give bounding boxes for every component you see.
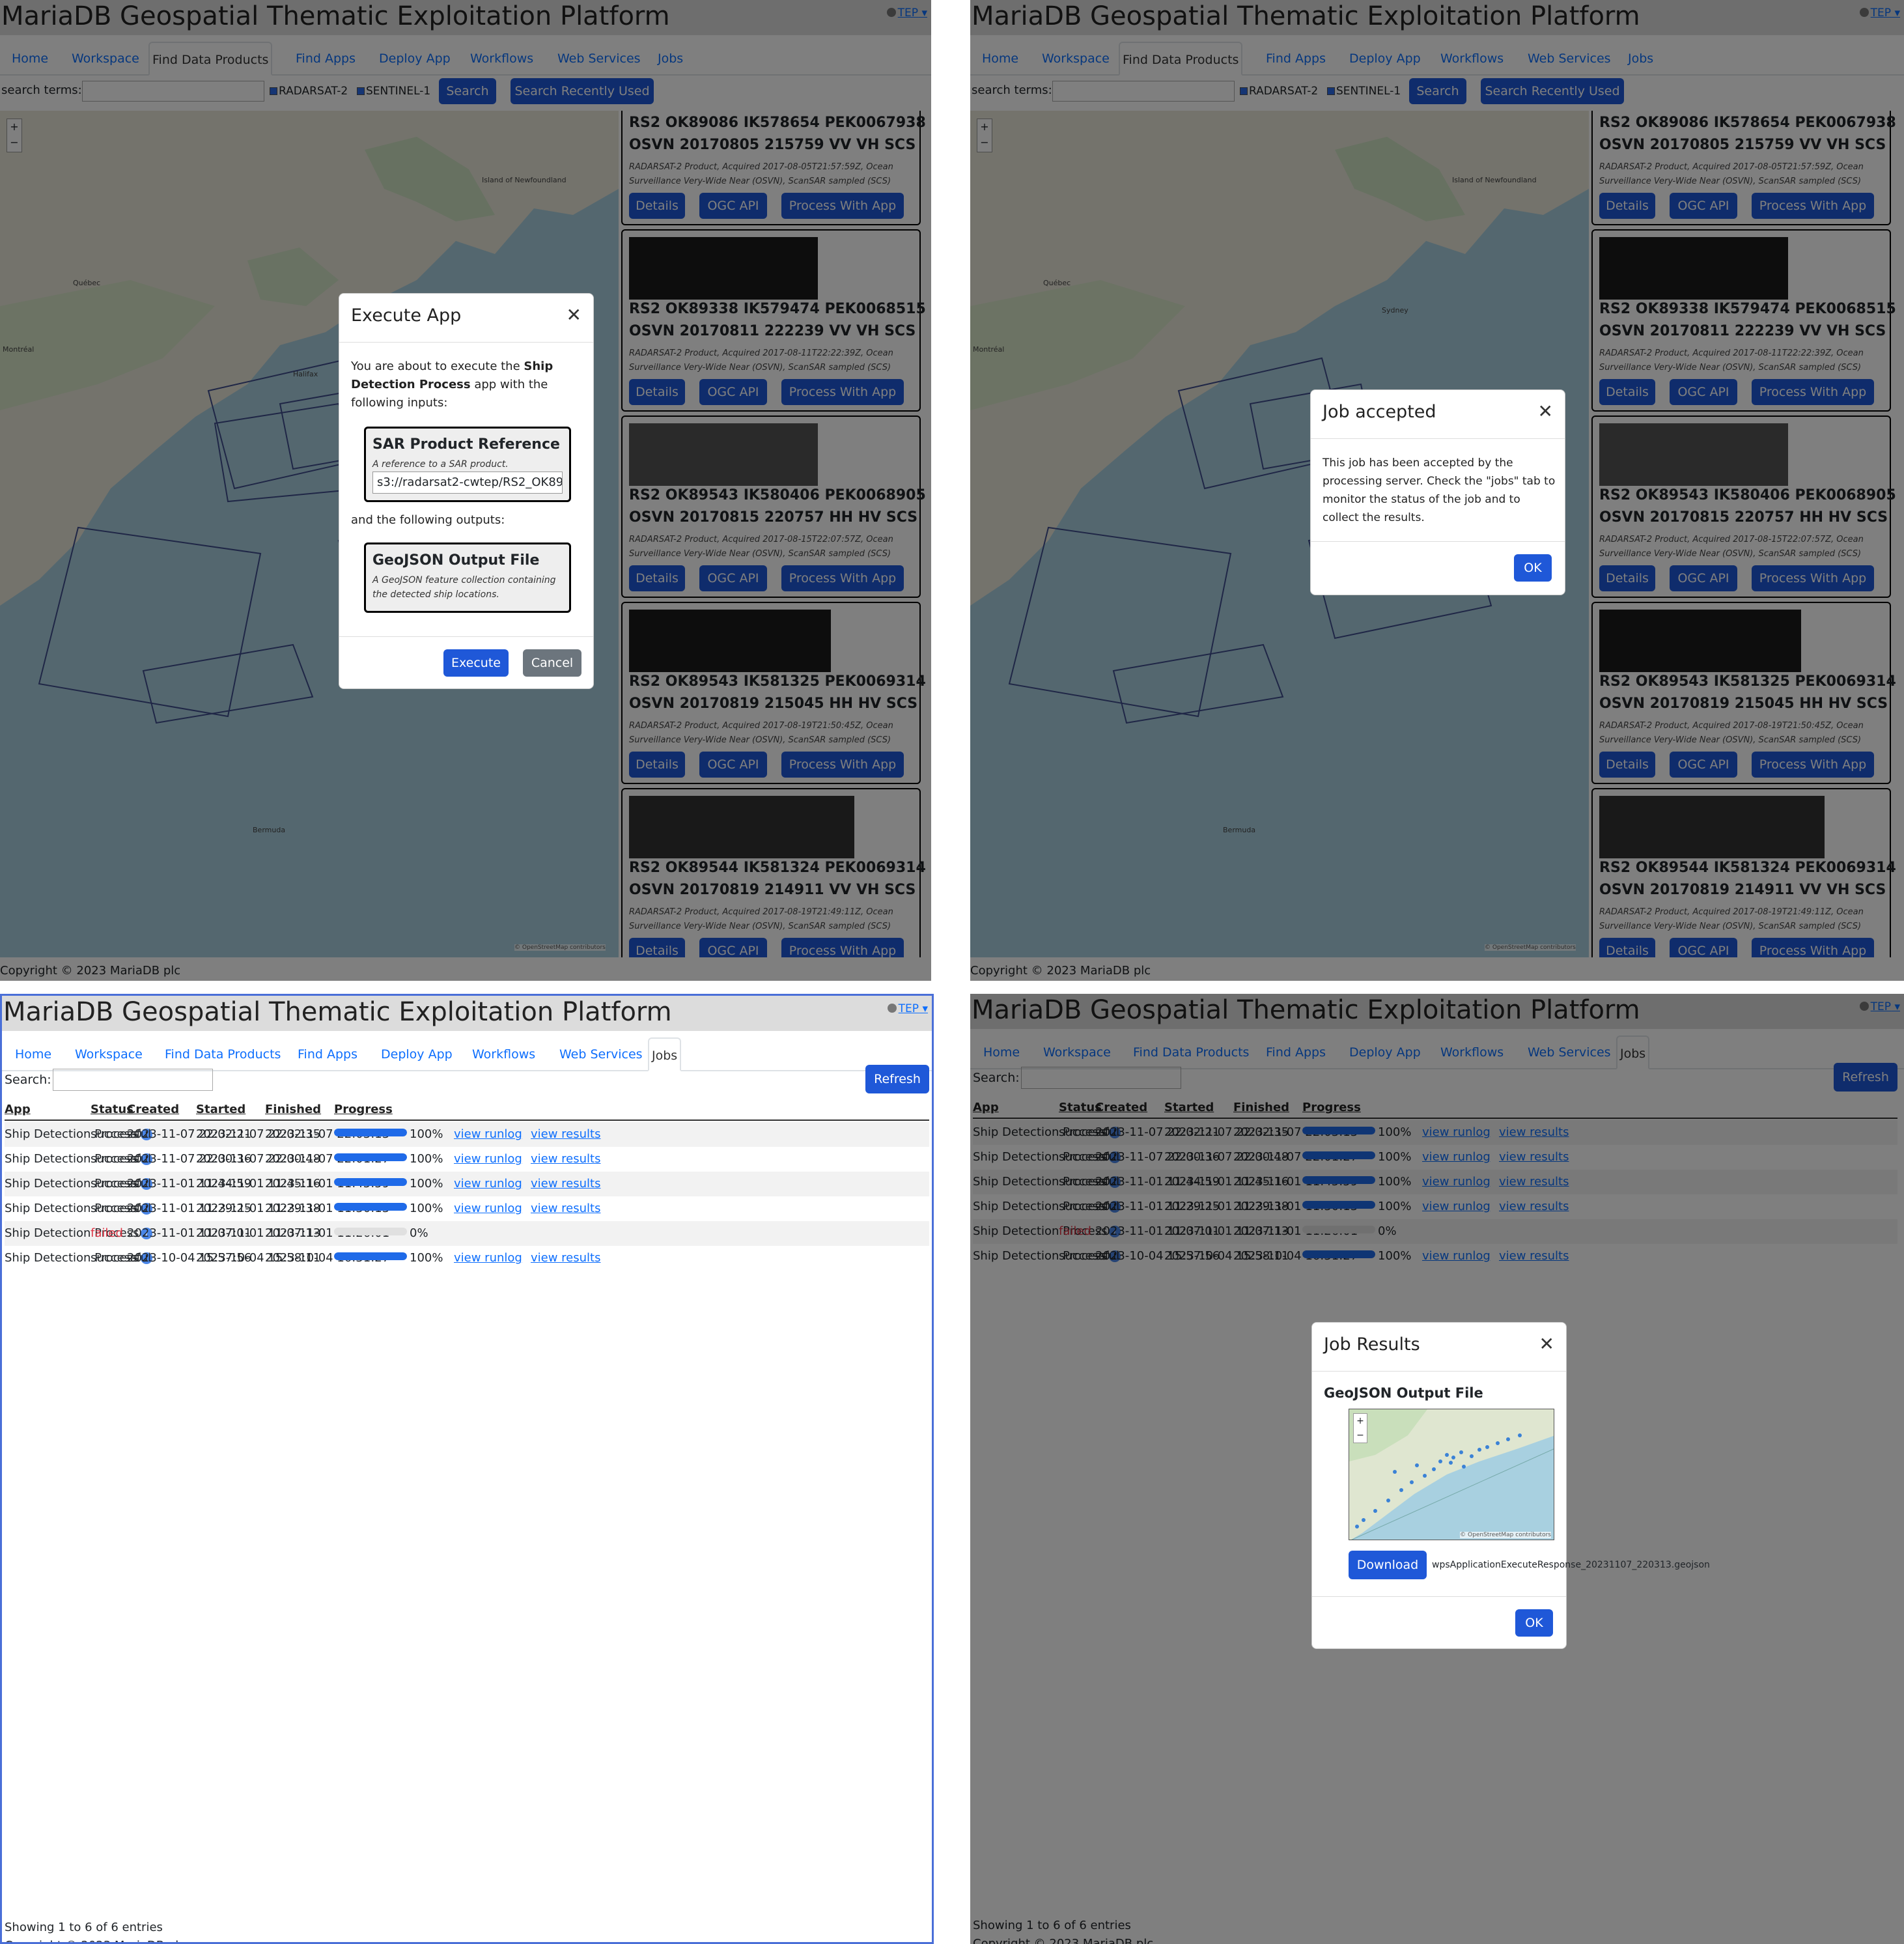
user-menu-label: TEP xyxy=(898,1002,919,1015)
tab-jobs[interactable]: Jobs xyxy=(648,1037,682,1071)
cancel-button[interactable]: Cancel xyxy=(523,649,581,677)
main-nav: Home Workspace Find Data Products Find A… xyxy=(2,1037,932,1071)
app-header: MariaDB Geospatial Thematic Exploitation… xyxy=(2,996,932,1031)
panel-jobs: MariaDB Geospatial Thematic Exploitation… xyxy=(0,994,934,1944)
execute-app-modal: Execute App ✕ You are about to execute t… xyxy=(339,293,594,689)
output-description: A GeoJSON feature collection containing … xyxy=(372,575,556,600)
ok-button[interactable]: OK xyxy=(1514,554,1552,582)
column-header-created[interactable]: Created xyxy=(127,1103,179,1116)
tab-workspace[interactable]: Workspace xyxy=(72,1037,145,1071)
jobs-search-input[interactable] xyxy=(53,1069,213,1091)
job-accepted-message: This job has been accepted by the proces… xyxy=(1323,457,1556,524)
cell-progress-text: 100% xyxy=(410,1127,443,1141)
refresh-button[interactable]: Refresh xyxy=(865,1065,929,1093)
table-row: Ship Detection Processifailed2023-11-01 … xyxy=(5,1221,929,1246)
view-results-link[interactable]: view results xyxy=(531,1202,600,1215)
view-results-link[interactable]: view results xyxy=(531,1127,600,1141)
view-results-link[interactable]: view results xyxy=(531,1251,600,1265)
tab-find-apps[interactable]: Find Apps xyxy=(295,1037,360,1071)
close-icon[interactable]: ✕ xyxy=(1539,1333,1554,1355)
table-row: Ship Detection Processisuccessful2023-11… xyxy=(5,1196,929,1221)
table-row: Ship Detection Processisuccessful2023-11… xyxy=(5,1147,929,1172)
app-title: MariaDB Geospatial Thematic Exploitation… xyxy=(3,997,672,1027)
progress-bar xyxy=(334,1129,407,1136)
panel-job-results: MariaDB Geospatial Thematic Exploitation… xyxy=(970,994,1904,1944)
panel-job-accepted: Island of Newfoundland Québec Montréal S… xyxy=(970,0,1904,981)
output-title: GeoJSON Output File xyxy=(372,552,540,569)
user-icon xyxy=(887,1004,897,1013)
result-map-attribution: © OpenStreetMap contributors xyxy=(1460,1532,1551,1538)
close-icon[interactable]: ✕ xyxy=(1538,401,1553,422)
input-description: A reference to a SAR product. xyxy=(372,459,509,470)
result-map[interactable]: + − © OpenStreetMap contributors xyxy=(1349,1409,1554,1540)
cell-status: failed xyxy=(91,1226,123,1240)
view-runlog-link[interactable]: view runlog xyxy=(454,1152,522,1166)
result-map-canvas xyxy=(1349,1409,1554,1540)
modal-title: Execute App xyxy=(351,305,462,326)
result-filename: wpsApplicationExecuteResponse_20231107_2… xyxy=(1432,1560,1710,1570)
cell-progress-text: 100% xyxy=(410,1251,443,1265)
view-results-link[interactable]: view results xyxy=(531,1152,600,1166)
view-runlog-link[interactable]: view runlog xyxy=(454,1202,522,1215)
tab-find-data-products[interactable]: Find Data Products xyxy=(162,1037,283,1071)
progress-bar xyxy=(334,1153,407,1161)
ok-button[interactable]: OK xyxy=(1515,1609,1553,1637)
cell-progress-text: 100% xyxy=(410,1177,443,1190)
view-runlog-link[interactable]: view runlog xyxy=(454,1177,522,1190)
panel-execute-app: Island of Newfoundland Québec Montréal H… xyxy=(0,0,931,981)
column-header-started[interactable]: Started xyxy=(196,1103,245,1116)
jobs-entry-count: Showing 1 to 6 of 6 entries xyxy=(5,1921,163,1934)
view-results-link[interactable]: view results xyxy=(531,1177,600,1190)
cell-progress-text: 100% xyxy=(410,1152,443,1166)
result-map-zoom[interactable]: + − xyxy=(1353,1413,1367,1443)
progress-bar xyxy=(334,1178,407,1186)
close-icon[interactable]: ✕ xyxy=(567,304,581,326)
progress-bar xyxy=(334,1228,407,1235)
column-header-app[interactable]: App xyxy=(5,1103,31,1116)
tab-deploy-app[interactable]: Deploy App xyxy=(378,1037,455,1071)
table-row: Ship Detection Processisuccessful2023-11… xyxy=(5,1172,929,1196)
execute-button[interactable]: Execute xyxy=(443,649,509,677)
progress-bar xyxy=(334,1203,407,1211)
tab-workflows[interactable]: Workflows xyxy=(469,1037,538,1071)
outputs-label: and the following outputs: xyxy=(351,513,505,527)
table-row: Ship Detection Processisuccessful2023-10… xyxy=(5,1246,929,1271)
tab-web-services[interactable]: Web Services xyxy=(557,1037,645,1071)
modal-title: Job accepted xyxy=(1323,402,1436,422)
input-title: SAR Product Reference xyxy=(372,436,560,453)
progress-bar xyxy=(334,1252,407,1260)
column-header-finished[interactable]: Finished xyxy=(265,1103,321,1116)
column-header-progress[interactable]: Progress xyxy=(334,1103,393,1116)
download-button[interactable]: Download xyxy=(1349,1551,1427,1579)
table-row: Ship Detection Processisuccessful2023-11… xyxy=(5,1122,929,1147)
execute-intro: You are about to execute the Ship Detect… xyxy=(351,359,553,410)
cell-progress-text: 100% xyxy=(410,1202,443,1215)
jobs-table: AppStatusCreatedStartedFinishedProgressS… xyxy=(5,1100,929,1373)
modal-title: Job Results xyxy=(1324,1334,1420,1355)
jobs-search-label: Search: xyxy=(5,1073,51,1087)
view-runlog-link[interactable]: view runlog xyxy=(454,1127,522,1141)
jobs-table-header: AppStatusCreatedStartedFinishedProgress xyxy=(5,1100,929,1121)
sar-product-reference-field[interactable]: s3://radarsat2-cwtep/RS2_OK89543 xyxy=(372,472,563,494)
output-geojson-file: GeoJSON Output File A GeoJSON feature co… xyxy=(364,542,571,613)
job-accepted-modal: Job accepted ✕ This job has been accepte… xyxy=(1310,389,1565,595)
view-runlog-link[interactable]: view runlog xyxy=(454,1251,522,1265)
copyright: Copyright © 2023 MariaDB plc xyxy=(5,1939,185,1942)
job-results-modal: Job Results ✕ GeoJSON Output File + − © O… xyxy=(1311,1322,1710,1649)
tab-home[interactable]: Home xyxy=(12,1037,54,1071)
output-title: GeoJSON Output File xyxy=(1324,1385,1483,1401)
input-sar-product-reference: SAR Product Reference A reference to a S… xyxy=(364,427,571,502)
cell-progress-text: 0% xyxy=(410,1226,428,1240)
user-menu[interactable]: TEP ▾ xyxy=(887,1002,928,1015)
